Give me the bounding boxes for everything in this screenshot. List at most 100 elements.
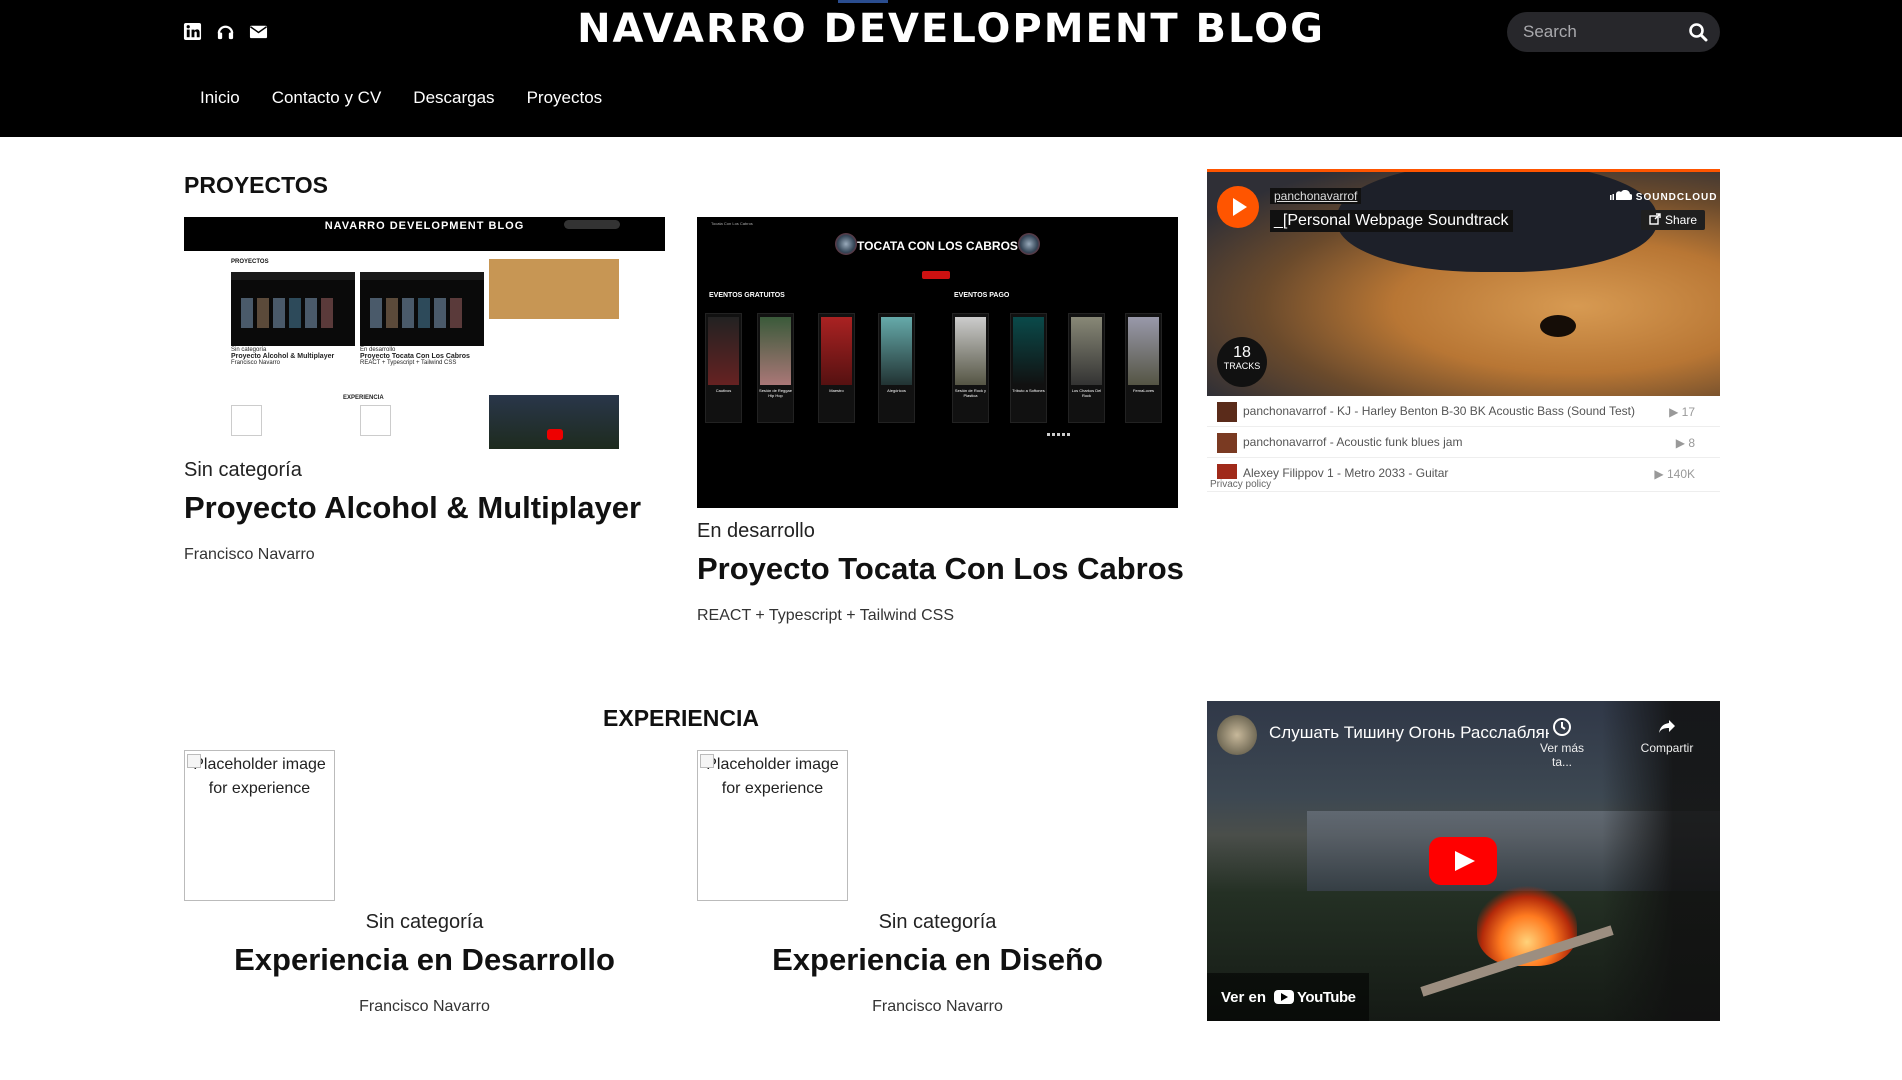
- mini-poster: Cautivos: [705, 313, 742, 423]
- share-icon: [1649, 213, 1661, 225]
- project-meta: REACT + Typescript + Tailwind CSS: [697, 607, 954, 624]
- experience-meta: Francisco Navarro: [359, 998, 490, 1015]
- site-header: NAVARRO DEVELOPMENT BLOG Inicio Contacto…: [0, 0, 1902, 137]
- soundcloud-user-link[interactable]: panchonavarrof: [1270, 188, 1362, 204]
- image-alt-text: Placeholder image for experience: [706, 756, 839, 797]
- mini-meta: Francisco Navarro: [231, 360, 281, 366]
- track-thumb: [1217, 433, 1237, 453]
- experience-image[interactable]: Placeholder image for experience: [184, 750, 335, 901]
- broken-image-icon: [700, 754, 714, 768]
- cloud-icon: [1610, 189, 1633, 200]
- mini-exp-heading: EXPERIENCIA: [343, 395, 384, 401]
- mini-title: Proyecto Alcohol & Multiplayer: [231, 353, 335, 360]
- project-title[interactable]: Proyecto Alcohol & Multiplayer: [184, 490, 641, 526]
- youtube-embed[interactable]: Слушать Тишину Огонь Расслабляющий Звук …: [1207, 701, 1720, 1021]
- track-count-label: TRACKS: [1223, 361, 1261, 371]
- search-input[interactable]: [1523, 22, 1688, 42]
- search-box: [1507, 12, 1720, 52]
- privacy-policy-link[interactable]: Privacy policy: [1210, 479, 1272, 490]
- mini-carousel-dots: [1047, 433, 1071, 436]
- mini-brand: Tocata Con Los Cabros: [711, 221, 753, 226]
- share-arrow-icon: [1659, 720, 1675, 733]
- header-accent-line: [838, 0, 888, 3]
- mini-header: Tocata Con Los Cabros: [697, 217, 1178, 231]
- nav-item-inicio[interactable]: Inicio: [200, 88, 240, 108]
- track-title[interactable]: panchonavarrof - KJ - Harley Benton B-30…: [1243, 404, 1653, 418]
- play-button[interactable]: [1217, 186, 1259, 228]
- section-title-experiencia: EXPERIENCIA: [603, 705, 759, 731]
- track-plays: ▶ 8: [1675, 436, 1695, 450]
- mini-poster: Tributo a Softones: [1010, 313, 1047, 423]
- experience-title[interactable]: Experiencia en Desarrollo: [184, 942, 665, 978]
- track-row[interactable]: panchonavarrof - Acoustic funk blues jam…: [1207, 427, 1720, 458]
- track-plays: ▶ 17: [1669, 405, 1695, 419]
- mini-project-shot: [231, 272, 355, 346]
- watch-on-label: Ver en: [1221, 988, 1267, 1006]
- mini-poster: Sesión de Rock y Plastica: [952, 313, 989, 423]
- soundcloud-playlist-title[interactable]: _[Personal Webpage Soundtrack: [1270, 210, 1513, 232]
- project-meta: Francisco Navarro: [184, 546, 315, 563]
- soundcloud-brand: SOUNDCLOUD: [1635, 192, 1718, 203]
- project-category[interactable]: Sin categoría: [184, 459, 302, 482]
- main-nav: Inicio Contacto y CV Descargas Proyectos: [200, 88, 602, 108]
- mini-poster: Maestro: [818, 313, 855, 423]
- project-thumbnail-tocata[interactable]: Tocata Con Los Cabros TOCATA CON LOS CAB…: [697, 217, 1178, 508]
- share-label: Compartir: [1640, 741, 1694, 755]
- youtube-icon: [1274, 990, 1295, 1004]
- nav-item-contacto[interactable]: Contacto y CV: [272, 88, 382, 108]
- channel-avatar[interactable]: [1217, 715, 1257, 755]
- mini-soundcloud: [489, 259, 619, 319]
- experience-image[interactable]: Placeholder image for experience: [697, 750, 848, 901]
- soundcloud-player: panchonavarrof _[Personal Webpage Soundt…: [1207, 169, 1720, 492]
- search-icon[interactable]: [1688, 22, 1708, 42]
- share-button[interactable]: Share: [1641, 210, 1706, 230]
- project-thumbnail-alcohol[interactable]: NAVARRO DEVELOPMENT BLOG PROYECTOS Sin c…: [184, 217, 665, 449]
- project-category[interactable]: En desarrollo: [697, 520, 815, 543]
- mini-poster: Los Charkos Del Rock: [1068, 313, 1105, 423]
- experience-category[interactable]: Sin categoría: [184, 911, 665, 934]
- mini-youtube: [489, 395, 619, 449]
- mini-poster: Alegóricos: [878, 313, 915, 423]
- mini-label-paid: EVENTOS PAGO: [954, 292, 1010, 299]
- section-title-proyectos: PROYECTOS: [184, 172, 328, 198]
- share-label: Share: [1665, 213, 1698, 227]
- mini-poster: FernaLoves: [1125, 313, 1162, 423]
- experience-title[interactable]: Experiencia en Diseño: [697, 942, 1178, 978]
- nav-item-proyectos[interactable]: Proyectos: [527, 88, 603, 108]
- track-plays: ▶ 140K: [1654, 467, 1695, 481]
- track-thumb: [1217, 402, 1237, 422]
- watch-later-label: Ver más ta...: [1539, 741, 1584, 769]
- youtube-logo: YouTube: [1274, 989, 1356, 1006]
- track-count-badge: 18 TRACKS: [1217, 337, 1267, 387]
- project-title[interactable]: Proyecto Tocata Con Los Cabros: [697, 551, 1184, 587]
- track-row[interactable]: panchonavarrof - KJ - Harley Benton B-30…: [1207, 396, 1720, 427]
- mini-label-free: EVENTOS GRATUITOS: [709, 292, 785, 299]
- experience-meta: Francisco Navarro: [872, 998, 1003, 1015]
- track-row[interactable]: Alexey Filippov 1 - Metro 2033 - Guitar …: [1207, 458, 1720, 492]
- watch-later-button[interactable]: Ver más ta...: [1532, 717, 1592, 769]
- mini-site-title: TOCATA CON LOS CABROS: [857, 239, 1018, 253]
- soundcloud-logo[interactable]: SOUNDCLOUD: [1610, 189, 1718, 203]
- mini-heading: PROYECTOS: [231, 259, 269, 265]
- broken-image-icon: [187, 754, 201, 768]
- track-title[interactable]: panchonavarrof - Acoustic funk blues jam: [1243, 435, 1653, 449]
- youtube-play-button[interactable]: [1429, 837, 1497, 885]
- mini-title: Proyecto Tocata Con Los Cabros: [360, 353, 470, 360]
- image-alt-text: Placeholder image for experience: [193, 756, 326, 797]
- mini-meta: REACT + Typescript + Tailwind CSS: [360, 360, 457, 366]
- mini-placeholder: [231, 405, 262, 436]
- track-title[interactable]: Alexey Filippov 1 - Metro 2033 - Guitar: [1243, 466, 1653, 480]
- mini-project-shot: [360, 272, 484, 346]
- video-title[interactable]: Слушать Тишину Огонь Расслабляющий Звук …: [1269, 723, 1549, 743]
- watch-on-youtube[interactable]: Ver en YouTube: [1207, 973, 1370, 1021]
- clock-icon: [1553, 718, 1571, 736]
- share-button[interactable]: Compartir: [1627, 717, 1707, 755]
- mini-caption: Sin categoría Proyecto Alcohol & Multipl…: [231, 347, 334, 366]
- mini-caption: En desarrollo Proyecto Tocata Con Los Ca…: [360, 347, 470, 366]
- soundcloud-artwork: panchonavarrof _[Personal Webpage Soundt…: [1207, 172, 1720, 396]
- experience-category[interactable]: Sin categoría: [697, 911, 1178, 934]
- nav-item-descargas[interactable]: Descargas: [413, 88, 494, 108]
- mini-poster: Sesión de Reggae Hip Hop: [757, 313, 794, 423]
- mini-search: [564, 220, 620, 229]
- mini-red-button: [922, 271, 950, 279]
